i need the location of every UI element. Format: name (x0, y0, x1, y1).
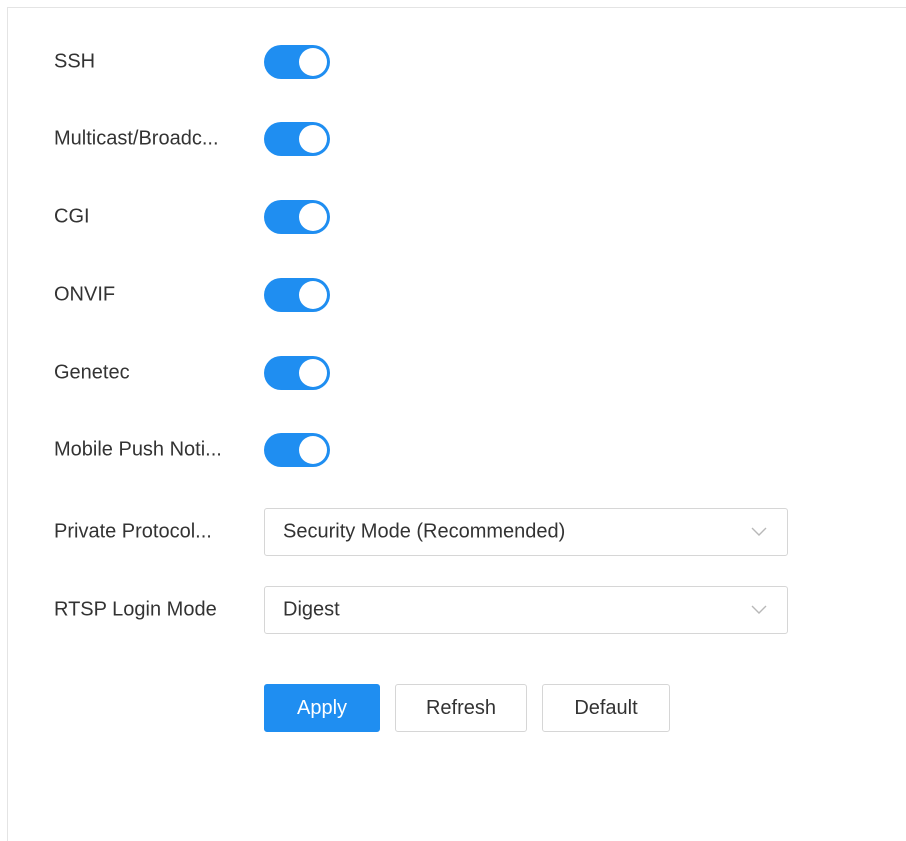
rtsp-login-mode-value: Digest (283, 598, 340, 621)
setting-row-private-protocol: Private Protocol... Security Mode (Recom… (8, 508, 906, 556)
cgi-toggle[interactable] (264, 200, 330, 234)
chevron-down-icon (751, 605, 767, 614)
toggle-knob (299, 436, 327, 464)
apply-button[interactable]: Apply (264, 684, 380, 732)
settings-panel: SSH Multicast/Broadc... CGI ONVIF Genete… (7, 7, 906, 841)
setting-row-cgi: CGI (8, 193, 906, 241)
rtsp-login-mode-select[interactable]: Digest (264, 586, 788, 634)
toggle-knob (299, 48, 327, 76)
setting-label-onvif: ONVIF (54, 283, 116, 306)
toggle-knob (299, 203, 327, 231)
setting-label-mobile-push: Mobile Push Noti... (54, 438, 222, 461)
setting-label-rtsp-login-mode: RTSP Login Mode (54, 598, 217, 621)
setting-row-ssh: SSH (8, 38, 906, 86)
setting-label-private-protocol: Private Protocol... (54, 520, 212, 543)
setting-row-rtsp-login-mode: RTSP Login Mode Digest (8, 586, 906, 634)
private-protocol-value: Security Mode (Recommended) (283, 520, 566, 543)
setting-label-cgi: CGI (54, 205, 90, 228)
setting-label-ssh: SSH (54, 50, 96, 73)
setting-label-multicast: Multicast/Broadc... (54, 127, 219, 150)
setting-row-multicast: Multicast/Broadc... (8, 115, 906, 163)
private-protocol-select[interactable]: Security Mode (Recommended) (264, 508, 788, 556)
default-button[interactable]: Default (542, 684, 670, 732)
setting-row-genetec: Genetec (8, 349, 906, 397)
setting-row-mobile-push: Mobile Push Noti... (8, 426, 906, 474)
setting-row-onvif: ONVIF (8, 271, 906, 319)
refresh-button[interactable]: Refresh (395, 684, 527, 732)
setting-label-genetec: Genetec (54, 361, 130, 384)
toggle-knob (299, 359, 327, 387)
multicast-toggle[interactable] (264, 122, 330, 156)
mobile-push-toggle[interactable] (264, 433, 330, 467)
toggle-knob (299, 281, 327, 309)
ssh-toggle[interactable] (264, 45, 330, 79)
toggle-knob (299, 125, 327, 153)
chevron-down-icon (751, 527, 767, 536)
genetec-toggle[interactable] (264, 356, 330, 390)
onvif-toggle[interactable] (264, 278, 330, 312)
